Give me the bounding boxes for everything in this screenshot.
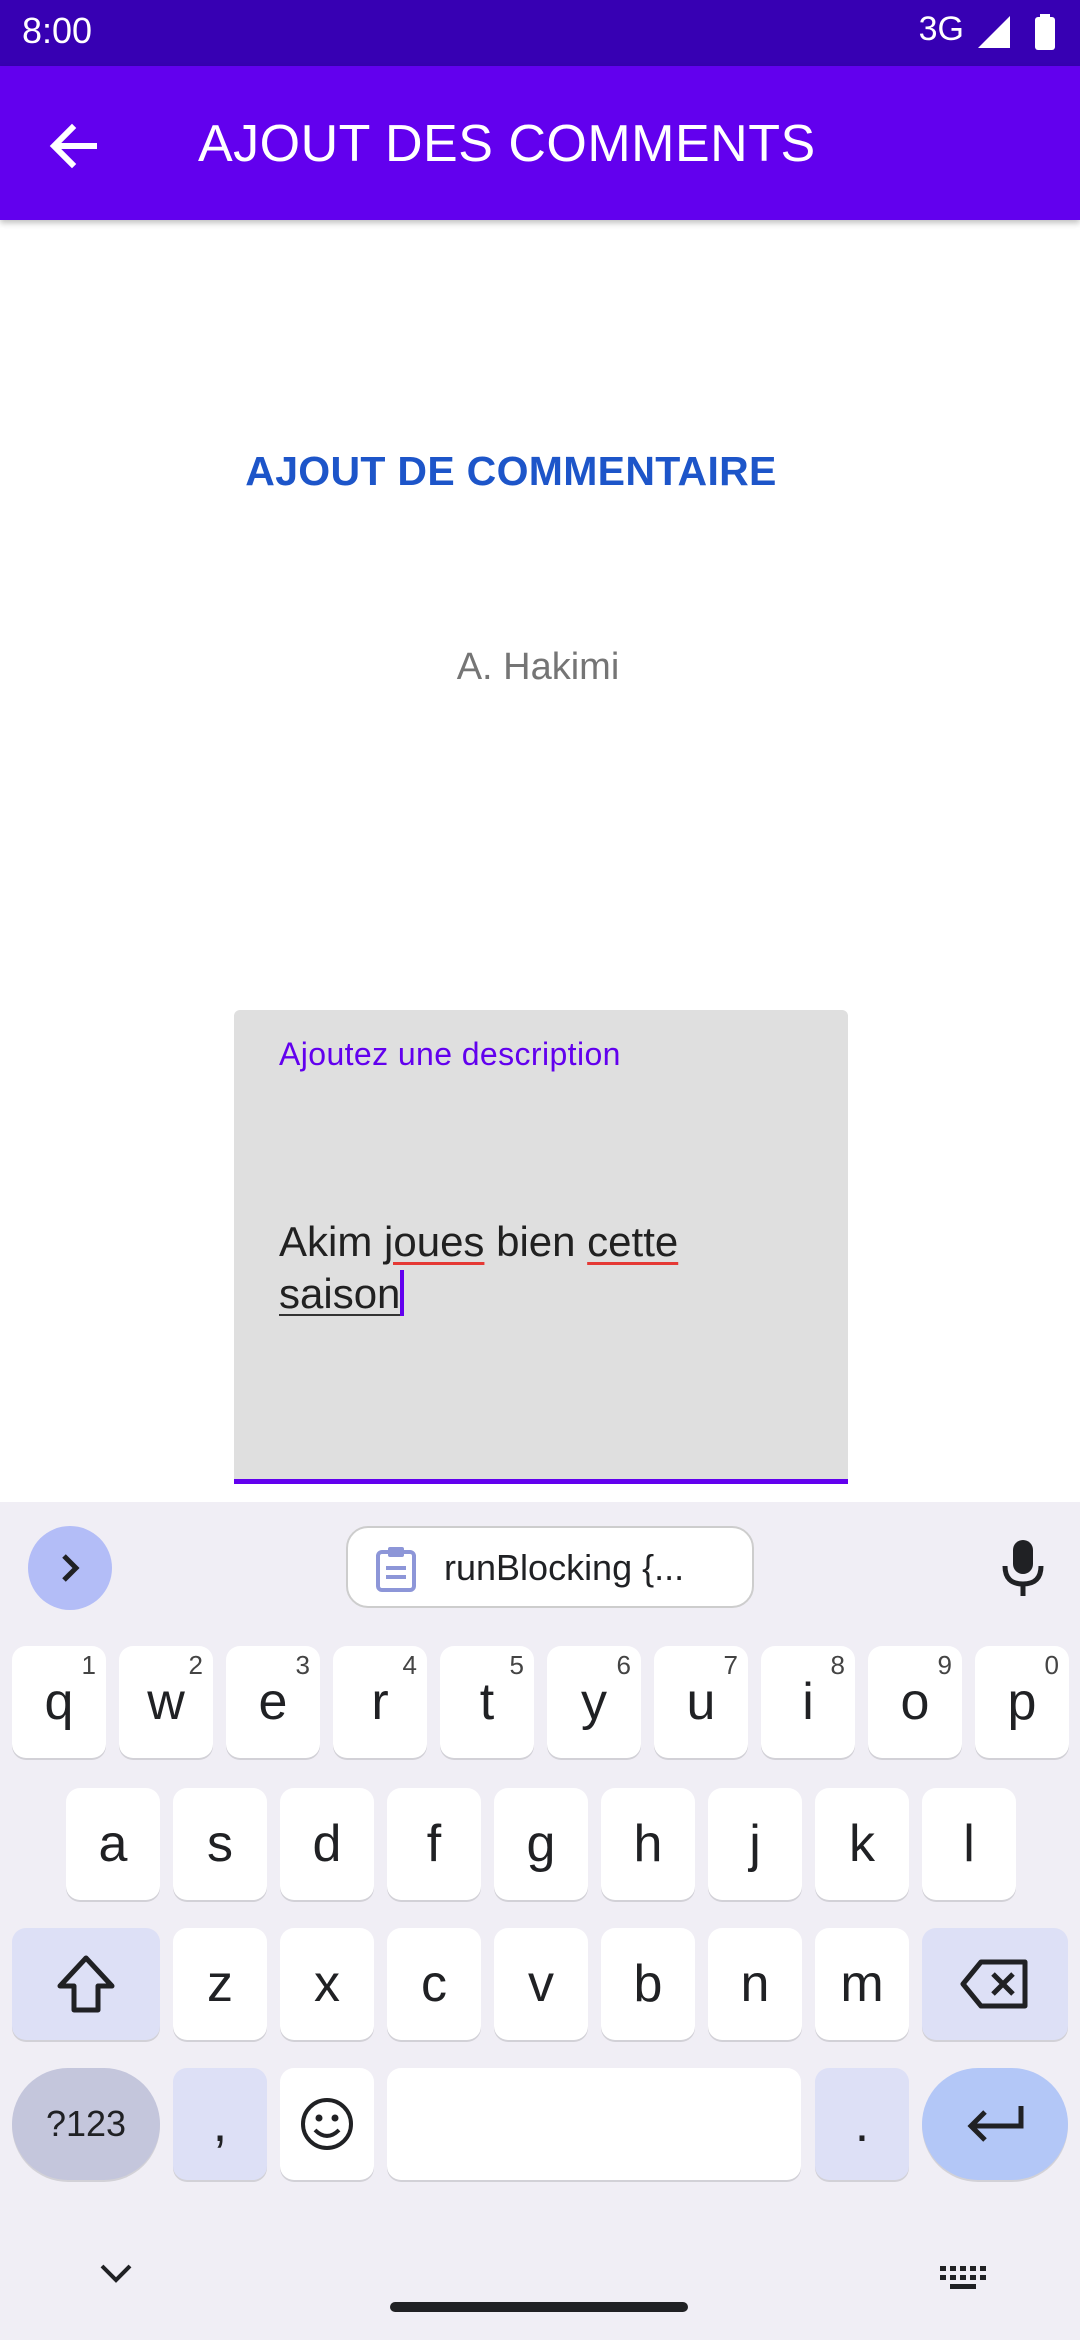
key-label: d <box>312 1815 342 1873</box>
text-cursor <box>400 1270 405 1316</box>
key-u[interactable]: u7 <box>654 1646 748 1758</box>
key-l[interactable]: l <box>922 1788 1016 1900</box>
key-h[interactable]: h <box>601 1788 695 1900</box>
key-n[interactable]: n <box>708 1928 802 2040</box>
shift-icon <box>57 1955 115 2013</box>
backspace-key[interactable] <box>922 1928 1068 2040</box>
key-label: l <box>963 1815 975 1873</box>
mic-icon[interactable] <box>998 1538 1048 1598</box>
key-label: h <box>633 1815 663 1873</box>
emoji-key[interactable] <box>280 2068 374 2180</box>
key-v[interactable]: v <box>494 1928 588 2040</box>
key-label: k <box>849 1815 875 1873</box>
key-label: m <box>840 1955 884 2013</box>
key-hint: 5 <box>509 1650 524 1680</box>
key-label: , <box>212 2095 228 2153</box>
home-gesture-pill[interactable] <box>390 2302 688 2312</box>
key-p[interactable]: p0 <box>975 1646 1069 1758</box>
word: Akim <box>279 1218 373 1265</box>
key-hint: 7 <box>723 1650 738 1680</box>
page-title: AJOUT DES COMMENTS <box>198 115 816 173</box>
comma-key[interactable]: , <box>173 2068 267 2180</box>
key-f[interactable]: f <box>387 1788 481 1900</box>
key-z[interactable]: z <box>173 1928 267 2040</box>
key-hint: 9 <box>937 1650 952 1680</box>
expand-toolbar-button[interactable] <box>28 1526 112 1610</box>
emoji-icon <box>301 2098 353 2150</box>
chevron-down-icon[interactable] <box>96 2258 136 2288</box>
key-hint: 3 <box>295 1650 310 1680</box>
enter-icon <box>967 2106 1024 2142</box>
key-label: c <box>421 1955 447 2013</box>
key-label: b <box>633 1955 663 2013</box>
enter-key[interactable] <box>922 2068 1068 2180</box>
key-g[interactable]: g <box>494 1788 588 1900</box>
key-d[interactable]: d <box>280 1788 374 1900</box>
arrow-left-icon[interactable] <box>44 116 104 176</box>
backspace-icon <box>960 1959 1028 2009</box>
section-heading: AJOUT DE COMMENTAIRE <box>245 448 777 494</box>
key-hint: 4 <box>402 1650 417 1680</box>
misspelled-word[interactable]: joues <box>384 1218 484 1265</box>
status-time: 8:00 <box>22 10 93 51</box>
key-label: f <box>426 1815 442 1873</box>
key-label: z <box>207 1955 233 2013</box>
key-label: x <box>314 1955 340 2013</box>
chevron-right-icon <box>62 1554 80 1582</box>
battery-icon <box>1035 14 1055 50</box>
key-c[interactable]: c <box>387 1928 481 2040</box>
key-hint: 1 <box>81 1650 96 1680</box>
key-q[interactable]: q1 <box>12 1646 106 1758</box>
key-j[interactable]: j <box>708 1788 802 1900</box>
shift-key[interactable] <box>12 1928 160 2040</box>
description-field-label: Ajoutez une description <box>279 1036 621 1072</box>
signal-icon <box>978 16 1010 48</box>
app-bar: AJOUT DES COMMENTS <box>0 66 1080 220</box>
key-hint: 0 <box>1044 1650 1059 1680</box>
key-hint: 6 <box>616 1650 631 1680</box>
key-label: ?123 <box>45 2103 127 2144</box>
key-t[interactable]: t5 <box>440 1646 534 1758</box>
key-label: n <box>740 1955 770 2013</box>
key-r[interactable]: r4 <box>333 1646 427 1758</box>
word: bien <box>496 1218 576 1265</box>
key-o[interactable]: o9 <box>868 1646 962 1758</box>
key-k[interactable]: k <box>815 1788 909 1900</box>
symbols-key[interactable]: ?123 <box>12 2068 160 2180</box>
key-label: s <box>207 1815 233 1873</box>
keyboard-toolbar: runBlocking {... <box>0 1502 1080 1632</box>
key-label: . <box>854 2095 870 2153</box>
key-label: a <box>98 1815 128 1873</box>
description-field[interactable]: Ajoutez une description Akim joues bien … <box>234 1010 848 1484</box>
navigation-bar <box>0 2226 1080 2340</box>
key-hint: 2 <box>188 1650 203 1680</box>
key-label: g <box>526 1815 556 1873</box>
key-hint: 8 <box>830 1650 845 1680</box>
key-i[interactable]: i8 <box>761 1646 855 1758</box>
key-x[interactable]: x <box>280 1928 374 2040</box>
key-e[interactable]: e3 <box>226 1646 320 1758</box>
key-b[interactable]: b <box>601 1928 695 2040</box>
player-name: A. Hakimi <box>456 646 620 688</box>
clipboard-suggestion-chip[interactable]: runBlocking {... <box>346 1526 754 1608</box>
key-a[interactable]: a <box>66 1788 160 1900</box>
clipboard-icon <box>376 1547 416 1592</box>
misspelled-word[interactable]: cette <box>587 1218 678 1265</box>
period-key[interactable]: . <box>815 2068 909 2180</box>
key-y[interactable]: y6 <box>547 1646 641 1758</box>
keyboard-icon[interactable] <box>938 2264 986 2292</box>
space-key[interactable] <box>387 2068 801 2180</box>
keyboard: runBlocking {... q1 w2 e3 r4 t5 y6 u7 i8… <box>0 1502 1080 2340</box>
key-s[interactable]: s <box>173 1788 267 1900</box>
key-label: j <box>749 1815 761 1873</box>
key-w[interactable]: w2 <box>119 1646 213 1758</box>
clipboard-suggestion-text: runBlocking {... <box>444 1547 685 1588</box>
status-bar: 8:00 3G <box>0 0 1080 66</box>
key-m[interactable]: m <box>815 1928 909 2040</box>
network-type: 3G <box>918 10 964 48</box>
composing-word: saison <box>279 1270 401 1317</box>
description-field-value[interactable]: Akim joues bien cette saison <box>279 1216 799 1320</box>
key-label: v <box>528 1955 554 2013</box>
